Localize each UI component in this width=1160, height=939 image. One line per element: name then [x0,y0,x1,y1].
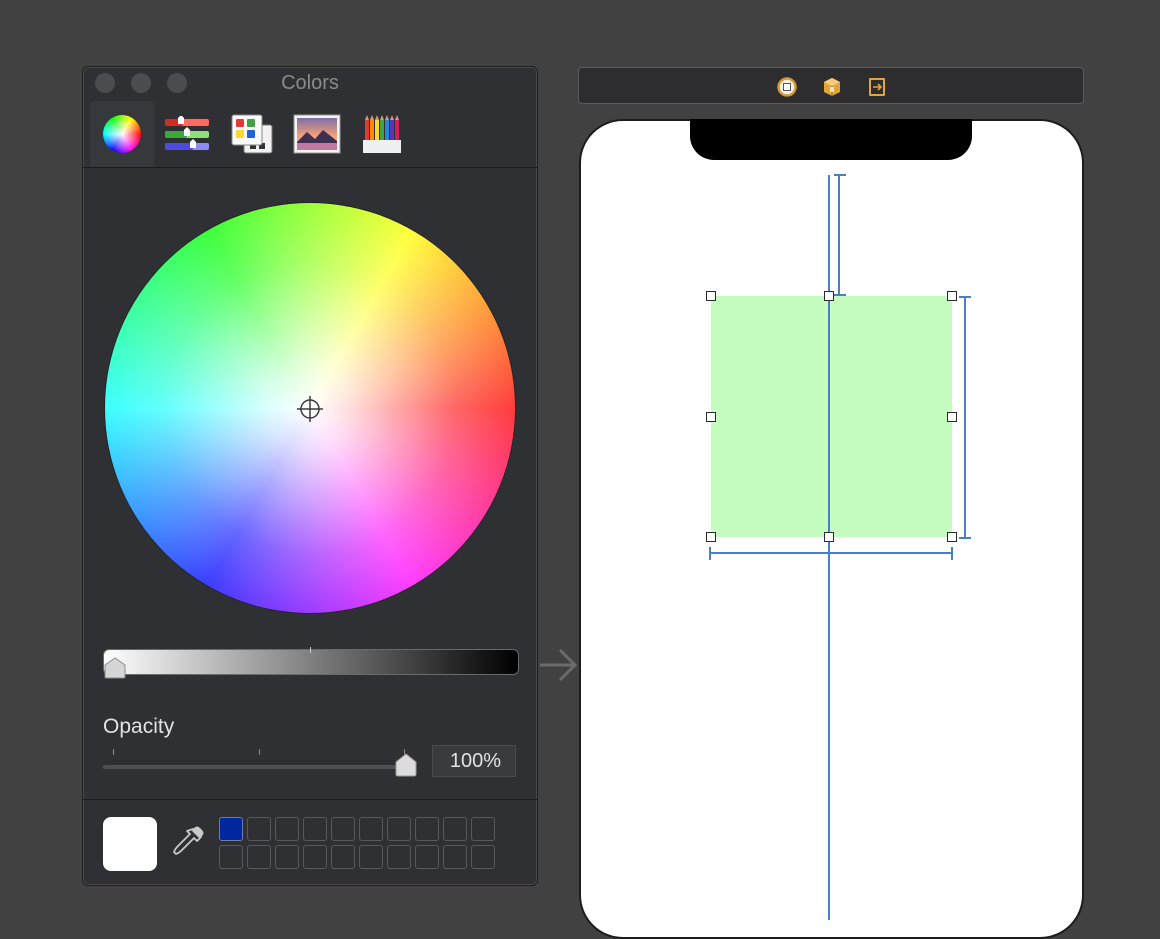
resize-handle-top-left[interactable] [706,291,716,301]
exit-icon[interactable] [867,77,887,97]
resize-handle-top[interactable] [824,291,834,301]
selected-view[interactable] [711,296,952,537]
swatch-cell[interactable] [443,845,467,869]
view-controller-icon[interactable] [777,77,797,97]
swatch-cell[interactable] [331,817,355,841]
scene-dock [578,67,1084,104]
swatch-cell[interactable] [219,817,243,841]
swatch-cell[interactable] [415,845,439,869]
resize-handle-right[interactable] [947,412,957,422]
swatch-cell[interactable] [387,845,411,869]
swatch-cell[interactable] [359,845,383,869]
crosshair-icon[interactable] [297,396,323,422]
swatch-cell[interactable] [247,817,271,841]
device-notch [690,119,972,160]
initial-view-controller-arrow-icon [540,648,578,682]
resize-handle-left[interactable] [706,412,716,422]
opacity-field[interactable]: 100% [432,745,516,777]
colors-panel: Colors Opacity 100% [82,66,538,886]
swatch-cell[interactable] [275,817,299,841]
opacity-slider[interactable] [103,765,415,769]
resize-handle-bottom-left[interactable] [706,532,716,542]
opacity-tick [259,749,260,755]
color-palettes-icon [231,114,273,154]
color-wheel-icon [103,115,141,153]
current-color-well[interactable] [103,817,157,871]
image-palettes-icon [293,114,341,154]
opacity-knob[interactable] [394,753,418,777]
swatch-cell[interactable] [275,845,299,869]
swatch-cell[interactable] [331,845,355,869]
color-wheel-tab[interactable] [90,101,154,167]
swatch-cell[interactable] [303,817,327,841]
pencils-tab[interactable] [350,101,414,167]
title-bar: Colors [83,67,537,99]
resize-handle-top-right[interactable] [947,291,957,301]
swatch-cell[interactable] [303,845,327,869]
swatch-cell[interactable] [387,817,411,841]
resize-handle-bottom-right[interactable] [947,532,957,542]
color-sliders-icon [165,116,209,150]
resize-handle-bottom[interactable] [824,532,834,542]
color-sliders-tab[interactable] [155,101,219,167]
swatch-cell[interactable] [471,817,495,841]
swatch-cell[interactable] [219,845,243,869]
swatch-cell[interactable] [247,845,271,869]
opacity-tick [113,749,114,755]
brightness-knob[interactable] [103,657,127,679]
swatch-cell[interactable] [415,817,439,841]
color-mode-toolbar [83,99,537,167]
eyedropper-icon[interactable] [171,825,205,863]
bottom-divider [83,799,537,800]
color-palettes-tab[interactable] [220,101,284,167]
panel-title: Colors [281,72,339,94]
swatch-cell[interactable] [471,845,495,869]
image-palettes-tab[interactable] [285,101,349,167]
opacity-label: Opacity [103,715,175,738]
brightness-center-tick [310,647,311,653]
swatch-cell[interactable] [443,817,467,841]
swatch-cell[interactable] [359,817,383,841]
first-responder-icon[interactable] [822,77,842,97]
brightness-slider[interactable] [103,649,519,675]
pencils-icon [363,115,401,153]
toolbar-divider [83,167,537,168]
